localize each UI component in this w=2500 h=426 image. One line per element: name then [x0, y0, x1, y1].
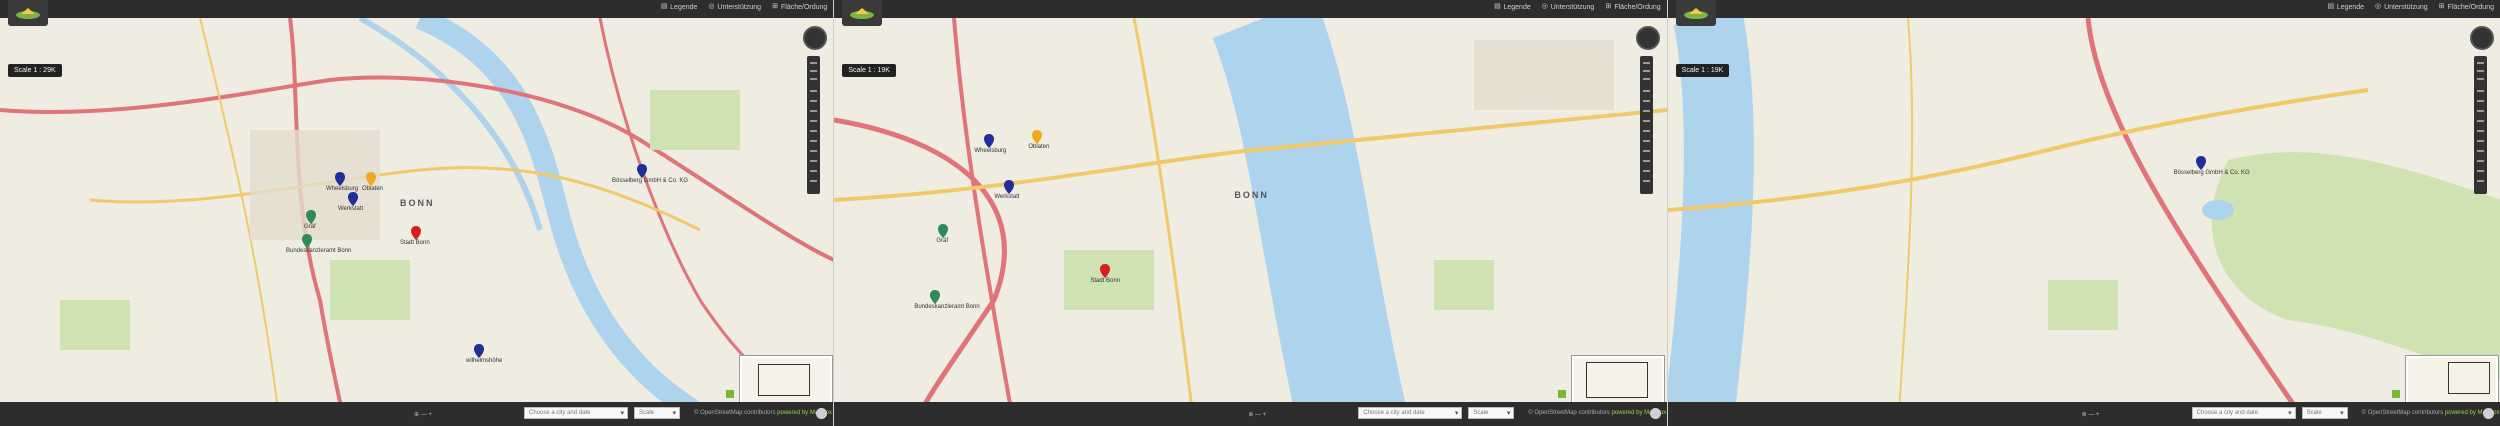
map-pin[interactable]: [474, 344, 484, 358]
pin-label: Bösselberg GmbH & Co. KG: [2173, 170, 2250, 176]
city-label: BONN: [400, 198, 435, 208]
compass-icon[interactable]: [803, 26, 827, 50]
top-toolbar: ▤ Legende ◎ Unterstützung ⊞ Fläche/Ordung: [834, 0, 1667, 26]
legend-link[interactable]: ▤ Legende: [660, 3, 698, 11]
pin-label: Bundeskanzleramt Bonn: [914, 304, 980, 310]
zoom-slider[interactable]: [807, 56, 820, 194]
coordinate-readout: ⊕ — +: [2081, 412, 2100, 418]
map-pin[interactable]: [1100, 264, 1111, 278]
pin-label: Wheelsburg: [974, 148, 1007, 154]
pin-label: Bundeskanzleramt Bonn: [286, 248, 352, 254]
map-pin[interactable]: [984, 134, 995, 148]
bottom-toolbar: ⊕ — + Choose a city and date Scale © Ope…: [834, 402, 1667, 426]
map-pin[interactable]: [302, 234, 312, 248]
pin-label: Gräf: [304, 224, 316, 230]
attribution: © OpenStreetMap contributors powered by …: [2361, 410, 2500, 416]
attribution: © OpenStreetMap contributors powered by …: [1528, 410, 1667, 416]
map-canvas[interactable]: [1667, 0, 2500, 426]
map-panel-1[interactable]: BONN Wheelsburg Oblaten Werkstatt Gräf B…: [0, 0, 834, 426]
scale-select[interactable]: Scale: [1468, 407, 1515, 419]
top-toolbar: ▤ Legende ◎ Unterstützung ⊞ Fläche/Ordung: [0, 0, 834, 26]
legend-icon: ▤: [660, 3, 668, 10]
compass-icon[interactable]: [2469, 26, 2494, 50]
scale-badge: Scale 1 : 19K: [842, 64, 896, 77]
map-canvas[interactable]: [0, 0, 834, 426]
pin-label: Bösselberg GmbH & Co. KG: [612, 178, 689, 184]
coordinate-readout: ⊕ — +: [1248, 412, 1267, 418]
map-panel-3[interactable]: Bösselberg GmbH & Co. KG ▤ Legende ◎ Unter…: [1666, 0, 2500, 426]
settings-icon[interactable]: [2482, 408, 2494, 419]
area-icon: ⊞: [2438, 3, 2445, 10]
support-link[interactable]: ◎ Unterstützung: [1541, 3, 1595, 11]
help-icon: ◎: [708, 3, 715, 10]
city-label: BONN: [1234, 190, 1269, 200]
map-pin[interactable]: [411, 226, 421, 240]
legend-link[interactable]: ▤ Legende: [2327, 3, 2365, 11]
area-link[interactable]: ⊞ Fläche/Ordung: [2438, 3, 2494, 11]
pin-label: Oblaten: [362, 186, 384, 192]
city-date-select[interactable]: Choose a city and date: [2191, 407, 2296, 419]
zoom-slider[interactable]: [2473, 56, 2487, 194]
map-pin[interactable]: [1032, 130, 1043, 144]
pin-label: Gräf: [936, 238, 948, 244]
legend-icon: ▤: [1494, 3, 1501, 10]
scale-select[interactable]: Scale: [2301, 407, 2348, 419]
zoom-slider[interactable]: [1640, 56, 1654, 194]
map-pin[interactable]: [637, 164, 647, 178]
app-logo[interactable]: [842, 0, 883, 26]
help-icon: ◎: [1541, 3, 1548, 10]
legend-icon: ▤: [2327, 3, 2335, 10]
city-date-select[interactable]: Choose a city and date: [524, 407, 628, 419]
area-icon: ⊞: [1605, 3, 1612, 10]
pin-label: Stadt Bonn: [1090, 278, 1121, 284]
area-link[interactable]: ⊞ Fläche/Ordung: [771, 3, 827, 11]
pin-label: Oblaten: [1028, 144, 1050, 150]
support-link[interactable]: ◎ Unterstützung: [2374, 3, 2428, 11]
scale-badge: Scale 1 : 19K: [1675, 64, 1730, 77]
minimap[interactable]: [1572, 356, 1665, 404]
map-pin[interactable]: [348, 192, 358, 206]
settings-icon[interactable]: [1649, 408, 1661, 419]
coordinate-readout: ⊕ — +: [414, 412, 432, 418]
minimap-toggle-button[interactable]: [2391, 390, 2400, 398]
pin-label: wilhelmshöhe: [466, 358, 503, 364]
minimap[interactable]: [2405, 356, 2498, 404]
help-icon: ◎: [2375, 3, 2382, 10]
bottom-toolbar: ⊕ — + Choose a city and date Scale © Ope…: [0, 402, 834, 426]
app-logo[interactable]: [1675, 0, 1716, 26]
map-pin[interactable]: [366, 172, 376, 186]
attribution: © OpenStreetMap contributors powered by …: [694, 410, 832, 416]
pin-label: Stadt Bonn: [400, 240, 430, 246]
scale-badge: Scale 1 : 29K: [8, 64, 62, 77]
scale-select[interactable]: Scale: [634, 407, 680, 419]
map-pin[interactable]: [938, 224, 949, 238]
pin-label: Werkstatt: [994, 194, 1020, 200]
map-pin[interactable]: [2195, 156, 2206, 170]
map-panel-2[interactable]: BONN Wheelsburg Oblaten Werkstatt Gräf B…: [833, 0, 1667, 426]
pin-label: Werkstatt: [338, 206, 364, 212]
top-toolbar: ▤ Legende ◎ Unterstützung ⊞ Fläche/Ordung: [1667, 0, 2500, 26]
bottom-toolbar: ⊕ — + Choose a city and date Scale © Ope…: [1667, 402, 2500, 426]
minimap[interactable]: [740, 356, 832, 404]
area-link[interactable]: ⊞ Fläche/Ordung: [1604, 3, 1660, 11]
support-link[interactable]: ◎ Unterstützung: [707, 3, 761, 11]
map-canvas[interactable]: [834, 0, 1667, 426]
triptych-map-view: BONN Wheelsburg Oblaten Werkstatt Gräf B…: [0, 0, 2500, 426]
map-pin[interactable]: [930, 290, 941, 304]
legend-link[interactable]: ▤ Legende: [1493, 3, 1531, 11]
minimap-toggle-button[interactable]: [1558, 390, 1567, 398]
settings-icon[interactable]: [816, 408, 828, 419]
area-icon: ⊞: [772, 3, 778, 10]
app-logo[interactable]: [8, 0, 48, 26]
map-pin[interactable]: [335, 172, 345, 186]
city-date-select[interactable]: Choose a city and date: [1358, 407, 1463, 419]
map-pin[interactable]: [1004, 180, 1015, 194]
map-pin[interactable]: [306, 210, 316, 224]
minimap-toggle-button[interactable]: [726, 390, 734, 398]
